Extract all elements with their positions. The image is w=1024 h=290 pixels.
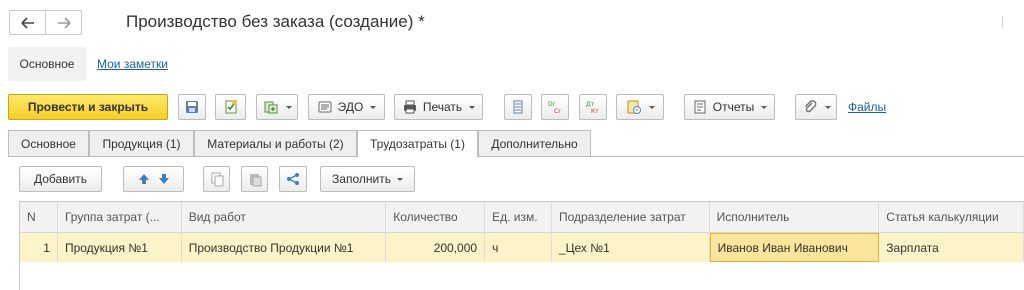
- create-based-on-button[interactable]: [256, 94, 298, 120]
- column-header[interactable]: Статья калькуляции: [879, 202, 1024, 232]
- post-and-close-button[interactable]: Провести и закрыть: [8, 94, 168, 120]
- labor-table: N Группа затрат (... Вид работ Количеств…: [19, 201, 1024, 290]
- reports-label: Отчеты: [712, 100, 755, 114]
- share-button[interactable]: [279, 166, 307, 192]
- chevron-down-icon: [761, 105, 768, 109]
- cost-item-cell[interactable]: Зарплата: [879, 233, 1024, 262]
- svg-text:Cr: Cr: [554, 108, 561, 115]
- dt-kt-icon: ДтКт: [586, 101, 599, 115]
- related-documents-icon: [627, 100, 641, 114]
- column-header[interactable]: Вид работ: [182, 202, 387, 232]
- paperclip-icon: [804, 100, 816, 113]
- printer-icon: [403, 100, 416, 114]
- chevron-down-icon: [648, 105, 655, 109]
- print-button[interactable]: Печать: [394, 94, 483, 120]
- paste-icon: [249, 174, 261, 187]
- floppy-disk-icon: [186, 101, 198, 113]
- column-header[interactable]: Подразделение затрат: [552, 202, 710, 232]
- save-button[interactable]: [178, 94, 206, 120]
- share-icon: [287, 173, 299, 185]
- column-header[interactable]: Количество: [386, 202, 486, 232]
- print-label: Печать: [422, 100, 463, 114]
- svg-text:Дт: Дт: [586, 101, 595, 108]
- window-controls: [992, 16, 1024, 28]
- chevron-down-icon: [285, 105, 292, 109]
- movements-button[interactable]: Дт Кт: [579, 94, 607, 120]
- tab-materials[interactable]: Материалы и работы (2): [194, 130, 357, 157]
- column-header[interactable]: Исполнитель: [710, 202, 880, 232]
- post-document-icon: [225, 100, 237, 114]
- edo-button[interactable]: ЭДО: [308, 94, 385, 120]
- chevron-down-icon: [469, 105, 476, 109]
- tab-products[interactable]: Продукция (1): [89, 130, 194, 157]
- column-header[interactable]: Ед. изм.: [485, 202, 552, 232]
- svg-text:Dr: Dr: [548, 101, 556, 108]
- attachments-button[interactable]: [795, 94, 837, 120]
- cost-group-cell[interactable]: Продукция №1: [58, 233, 182, 262]
- copy-row-button[interactable]: [203, 166, 230, 192]
- window-title: Производство без заказа (создание) *: [126, 12, 425, 31]
- chevron-down-icon: [370, 105, 377, 109]
- row-number-cell[interactable]: 1: [20, 233, 58, 262]
- structure-button[interactable]: [504, 94, 532, 120]
- add-row-button[interactable]: Добавить: [19, 166, 102, 192]
- arrow-down-icon: [158, 174, 169, 184]
- back-button[interactable]: [10, 11, 45, 34]
- dr-cr-icon: DrCr: [548, 101, 561, 115]
- quantity-cell[interactable]: 200,000: [386, 233, 486, 262]
- files-link[interactable]: Файлы: [848, 100, 886, 114]
- post-button[interactable]: [215, 94, 246, 120]
- edo-icon: [318, 101, 332, 113]
- window-control-divider: [1002, 16, 1024, 28]
- fill-label: Заполнить: [332, 172, 391, 186]
- tab-additional[interactable]: Дополнительно: [478, 130, 591, 157]
- tab-labor[interactable]: Трудозатраты (1): [357, 130, 478, 158]
- move-buttons-group: [123, 166, 184, 192]
- tabs-bar: Основное Продукция (1) Материалы и работ…: [8, 130, 1024, 158]
- forward-button[interactable]: [45, 11, 81, 34]
- performer-cell[interactable]: Иванов Иван Иванович: [709, 233, 880, 262]
- reports-icon: [694, 100, 706, 114]
- arrow-up-icon: [138, 174, 149, 184]
- history-nav: [9, 10, 82, 35]
- table-command-bar: Добавить Заполнить: [19, 166, 1024, 192]
- create-based-on-icon: [264, 101, 277, 114]
- related-docs-button[interactable]: [616, 94, 664, 120]
- table-header: N Группа затрат (... Вид работ Количеств…: [20, 202, 1024, 233]
- work-type-cell[interactable]: Производство Продукции №1: [182, 233, 387, 262]
- tab-main[interactable]: Основное: [8, 130, 89, 157]
- copy-icon: [211, 172, 223, 187]
- svg-text:Кт: Кт: [591, 108, 599, 115]
- form-nav-main[interactable]: Основное: [8, 47, 86, 81]
- department-cell[interactable]: _Цех №1: [552, 233, 710, 262]
- command-bar: Провести и закрыть ЭДО Печать Dr Cr Дт Кт …: [8, 94, 1024, 120]
- dt-kt-button[interactable]: Dr Cr: [541, 94, 569, 120]
- move-down-button[interactable]: [156, 171, 172, 187]
- form-nav-notes-link[interactable]: Мои заметки: [97, 57, 168, 71]
- paste-row-button[interactable]: [241, 166, 268, 192]
- arrow-right-icon: [57, 16, 71, 29]
- chevron-down-icon: [396, 177, 403, 181]
- document-structure-icon: [513, 100, 523, 114]
- reports-button[interactable]: Отчеты: [684, 94, 775, 120]
- table-row[interactable]: 1 Продукция №1 Производство Продукции №1…: [20, 233, 1024, 262]
- unit-cell[interactable]: ч: [485, 233, 552, 262]
- move-up-button[interactable]: [136, 171, 152, 187]
- fill-button[interactable]: Заполнить: [320, 166, 415, 192]
- column-header[interactable]: N: [20, 202, 58, 232]
- arrow-left-icon: [20, 16, 34, 29]
- chevron-down-icon: [824, 105, 831, 109]
- edo-label: ЭДО: [337, 100, 364, 114]
- column-header[interactable]: Группа затрат (...: [58, 202, 182, 232]
